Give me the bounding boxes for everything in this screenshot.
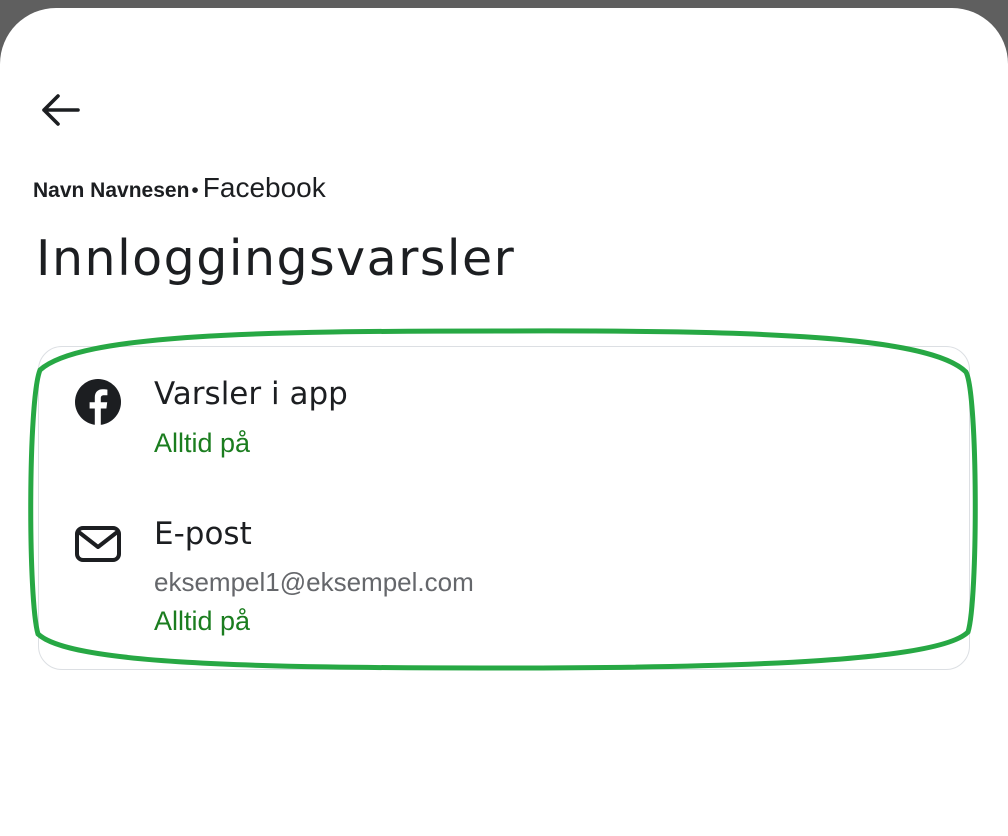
email-alerts-title: E-post [154,516,252,552]
account-context: Navn Navnesen • Facebook [33,172,326,204]
in-app-alerts-status: Alltid på [154,428,251,458]
platform-name: Facebook [202,172,326,203]
separator-dot: • [191,179,199,202]
account-name: Navn Navnesen [33,179,190,202]
facebook-icon [73,377,123,427]
alert-options-card: Varsler i app Alltid på E-post eksempel1… [38,346,970,670]
page-title: Innloggingsvarsler [36,230,516,287]
in-app-alerts-option[interactable]: Varsler i app Alltid på [39,365,969,485]
email-alerts-status: Alltid på [154,606,251,636]
login-alerts-sheet: Navn Navnesen • Facebook Innloggingsvars… [0,8,1008,836]
back-button[interactable] [34,84,86,136]
in-app-alerts-title: Varsler i app [154,376,348,412]
arrow-left-icon [42,94,80,126]
envelope-icon [73,519,123,569]
email-alerts-option[interactable]: E-post eksempel1@eksempel.com Alltid på [39,505,969,645]
email-address: eksempel1@eksempel.com [154,567,474,597]
